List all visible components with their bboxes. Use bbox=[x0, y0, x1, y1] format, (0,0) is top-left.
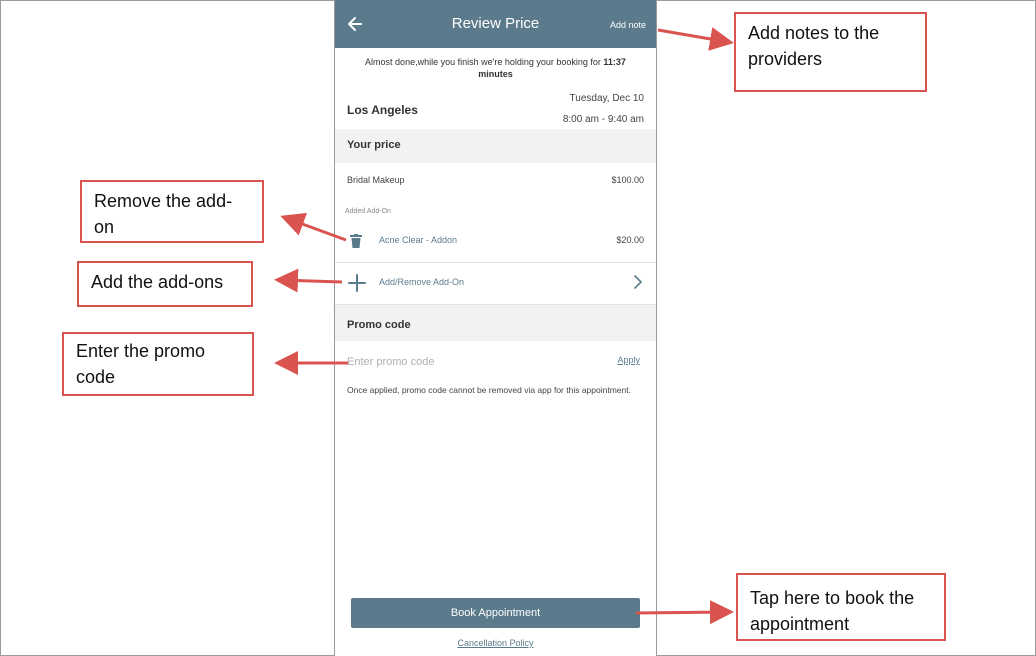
your-price-heading: Your price bbox=[347, 139, 401, 151]
trash-icon bbox=[350, 234, 362, 248]
callout-add-addons-text: Add the add-ons bbox=[91, 272, 224, 292]
your-price-header: Your price bbox=[335, 129, 656, 163]
callout-add-notes-text: Add notes to the providers bbox=[748, 23, 880, 69]
plus-icon bbox=[347, 273, 367, 293]
holding-message: Almost done,while you finish we're holdi… bbox=[347, 56, 644, 80]
addon-price: $20.00 bbox=[616, 235, 644, 245]
cancellation-policy-link[interactable]: Cancellation Policy bbox=[335, 638, 656, 648]
divider bbox=[335, 262, 656, 263]
booking-date: Tuesday, Dec 10 bbox=[569, 93, 644, 104]
promo-note: Once applied, promo code cannot be remov… bbox=[347, 385, 631, 395]
top-bar: Review Price Add note bbox=[335, 0, 656, 48]
callout-promo: Enter the promo code bbox=[62, 332, 254, 396]
callout-remove-addon: Remove the add-on bbox=[80, 180, 264, 243]
book-appointment-button[interactable]: Book Appointment bbox=[351, 598, 640, 628]
callout-book-text: Tap here to book the appointment bbox=[750, 588, 915, 634]
service-price: $100.00 bbox=[611, 175, 644, 185]
promo-code-heading: Promo code bbox=[347, 319, 411, 331]
addon-name: Acne Clear - Addon bbox=[379, 235, 458, 245]
promo-code-header: Promo code bbox=[335, 305, 656, 341]
add-note-button[interactable]: Add note bbox=[610, 20, 646, 30]
booking-time: 8:00 am - 9:40 am bbox=[562, 114, 644, 125]
page-title: Review Price bbox=[451, 15, 540, 32]
callout-book: Tap here to book the appointment bbox=[736, 573, 946, 641]
chevron-right-icon bbox=[634, 275, 642, 292]
callout-add-notes: Add notes to the providers bbox=[734, 12, 927, 92]
remove-addon-button[interactable] bbox=[350, 234, 362, 248]
holding-message-text: Almost done,while you finish we're holdi… bbox=[365, 57, 604, 67]
promo-code-input[interactable] bbox=[347, 354, 597, 370]
booking-city: Los Angeles bbox=[347, 103, 418, 117]
add-remove-addon-label: Add/Remove Add-On bbox=[379, 277, 465, 287]
service-name: Bridal Makeup bbox=[347, 175, 405, 185]
phone-screen: Review Price Add note Almost done,while … bbox=[334, 0, 657, 656]
callout-add-addons: Add the add-ons bbox=[77, 261, 253, 307]
apply-promo-button[interactable]: Apply bbox=[617, 355, 640, 365]
added-addon-caption: Added Add-On bbox=[345, 208, 391, 215]
callout-remove-addon-text: Remove the add-on bbox=[94, 191, 233, 237]
callout-promo-text: Enter the promo code bbox=[76, 341, 206, 387]
